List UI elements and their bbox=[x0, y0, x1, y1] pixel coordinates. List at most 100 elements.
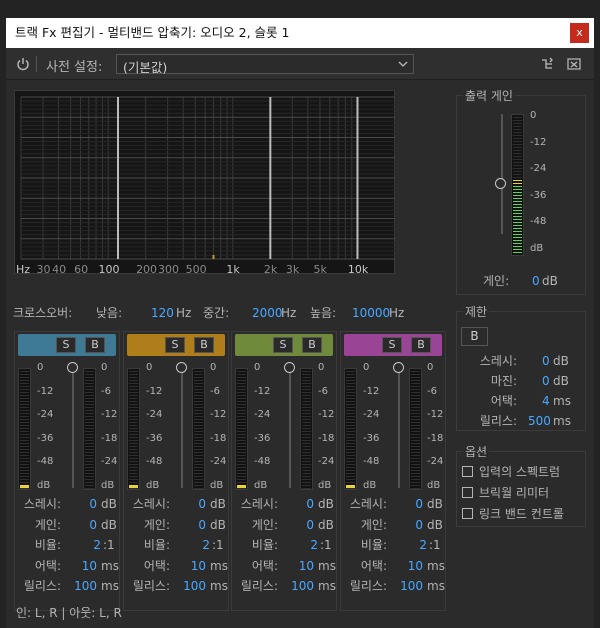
meter-segment bbox=[20, 410, 29, 411]
band-2-solo-button[interactable]: S bbox=[165, 337, 185, 353]
output-gain-slider[interactable] bbox=[495, 178, 506, 189]
meter-segment bbox=[411, 377, 420, 378]
meter-segment bbox=[411, 440, 420, 441]
freq-tick-label: 5k bbox=[314, 263, 328, 275]
band-4-gain-unit: dB bbox=[427, 517, 443, 532]
band-meter-scale-label: -24 bbox=[363, 409, 380, 420]
band-3-panel: S B 0 -12 -24 -36 -48 dB 0 -6 -12 -18 -24 dB 스레시: 0 dB 게인… bbox=[231, 331, 337, 611]
band-3-threshold-value[interactable]: 0 bbox=[306, 497, 314, 511]
band-2-release-value[interactable]: 100 bbox=[183, 579, 206, 593]
band-3-threshold-slider[interactable] bbox=[284, 362, 295, 373]
meter-segment bbox=[513, 132, 522, 133]
band-3-attack-value[interactable]: 10 bbox=[299, 559, 314, 573]
meter-segment bbox=[85, 482, 94, 483]
band-2-ratio-unit: :1 bbox=[212, 538, 224, 552]
band-1-bypass-button[interactable]: B bbox=[85, 337, 105, 353]
band-2-threshold-value[interactable]: 0 bbox=[198, 497, 206, 511]
band-1-threshold-value[interactable]: 0 bbox=[89, 497, 97, 511]
band-3-ratio-value[interactable]: 2 bbox=[310, 538, 318, 552]
meter-segment bbox=[513, 234, 522, 235]
band-3-solo-button[interactable]: S bbox=[273, 337, 293, 353]
band-4-release-value[interactable]: 100 bbox=[400, 579, 423, 593]
band-1-attack-value[interactable]: 10 bbox=[82, 559, 97, 573]
band-2-attack-value[interactable]: 10 bbox=[191, 559, 206, 573]
meter-segment bbox=[129, 383, 138, 384]
band-3-bypass-button[interactable]: B bbox=[302, 337, 322, 353]
meter-segment bbox=[513, 147, 522, 148]
band-2-ratio-value[interactable]: 2 bbox=[202, 538, 210, 552]
limit-threshold-value[interactable]: 0 bbox=[542, 354, 550, 368]
meter-segment bbox=[194, 482, 203, 483]
band-2-panel: S B 0 -12 -24 -36 -48 dB 0 -6 -12 -18 -24 dB 스레시: 0 dB 게인… bbox=[123, 331, 229, 611]
link-band-controls-checkbox[interactable] bbox=[462, 508, 473, 519]
band-4-threshold-value[interactable]: 0 bbox=[415, 497, 423, 511]
band-1-threshold-slider[interactable] bbox=[67, 362, 78, 373]
band-gr-scale-label: dB bbox=[101, 479, 115, 491]
band-1-solo-button[interactable]: S bbox=[56, 337, 76, 353]
window-title: 트랙 Fx 편집기 - 멀티밴드 압축기: 오디오 2, 슬롯 1 bbox=[15, 25, 290, 40]
band-4-threshold-slider[interactable] bbox=[393, 362, 404, 373]
band-gr-scale-label: -12 bbox=[101, 409, 118, 420]
meter-segment bbox=[411, 425, 420, 426]
preset-value: (기본값) bbox=[123, 60, 168, 75]
meter-segment bbox=[411, 461, 420, 462]
meter-segment bbox=[129, 410, 138, 411]
band-3-header[interactable]: SB bbox=[235, 334, 333, 356]
band-gr-scale-label: 0 bbox=[101, 362, 108, 373]
meter-segment bbox=[20, 431, 29, 432]
band-2-gain-label: 게인: bbox=[143, 517, 170, 532]
band-2-header[interactable]: SB bbox=[127, 334, 225, 356]
routing-icon[interactable] bbox=[540, 57, 554, 71]
limit-margin-value[interactable]: 0 bbox=[542, 374, 550, 388]
band-3-gain-value[interactable]: 0 bbox=[306, 518, 314, 532]
limit-bypass-button[interactable]: B bbox=[461, 327, 488, 346]
meter-segment bbox=[129, 377, 138, 378]
band-4-solo-button[interactable]: S bbox=[382, 337, 402, 353]
meter-segment bbox=[194, 473, 203, 474]
close-button[interactable]: x bbox=[570, 23, 589, 43]
spectrum-graph[interactable]: dB-10-20-30-40-50-60-70-80Hz304060100200… bbox=[14, 90, 428, 276]
meter-segment bbox=[302, 437, 311, 438]
band-1-ratio-value[interactable]: 2 bbox=[93, 538, 101, 552]
band-1-release-value[interactable]: 100 bbox=[74, 579, 97, 593]
brickwall-limiter-label: 브릭월 리미터 bbox=[479, 486, 550, 500]
limit-attack-value[interactable]: 4 bbox=[542, 394, 550, 408]
meter-segment bbox=[411, 380, 420, 381]
meter-segment bbox=[513, 228, 522, 229]
band-4-bypass-button[interactable]: B bbox=[411, 337, 431, 353]
meter-segment bbox=[411, 395, 420, 396]
preset-dropdown[interactable]: (기본값) bbox=[116, 54, 414, 75]
delete-fx-icon[interactable] bbox=[567, 57, 581, 71]
power-icon[interactable] bbox=[16, 57, 30, 71]
meter-segment bbox=[85, 449, 94, 450]
meter-segment bbox=[513, 156, 522, 157]
crossover-low-value[interactable]: 120 bbox=[151, 306, 174, 320]
output-gain-value[interactable]: 0 bbox=[532, 274, 540, 288]
band-2-threshold-slider[interactable] bbox=[176, 362, 187, 373]
freq-tick-label: 200 bbox=[136, 263, 157, 275]
band-4-attack-value[interactable]: 10 bbox=[408, 559, 423, 573]
band-3-release-value[interactable]: 100 bbox=[291, 579, 314, 593]
band-2-bypass-button[interactable]: B bbox=[194, 337, 214, 353]
band-2-attack-label: 어택: bbox=[143, 558, 170, 573]
meter-segment bbox=[194, 407, 203, 408]
band-2-threshold-track bbox=[181, 368, 183, 488]
band-4-gain-value[interactable]: 0 bbox=[415, 518, 423, 532]
meter-segment bbox=[302, 419, 311, 420]
crossover-high-value[interactable]: 10000 bbox=[352, 306, 390, 320]
brickwall-limiter-checkbox[interactable] bbox=[462, 487, 473, 498]
band-1-header[interactable]: SB bbox=[18, 334, 116, 356]
band-4-ratio-value[interactable]: 2 bbox=[419, 538, 427, 552]
limit-release-value[interactable]: 500 bbox=[528, 414, 551, 428]
meter-segment bbox=[302, 371, 311, 372]
output-scale-label: -24 bbox=[530, 163, 547, 174]
crossover-mid-value[interactable]: 2000 bbox=[252, 306, 283, 320]
band-2-gain-value[interactable]: 0 bbox=[198, 518, 206, 532]
band-2-threshold-unit: dB bbox=[210, 497, 226, 511]
band-4-header[interactable]: SB bbox=[344, 334, 442, 356]
input-spectrum-checkbox[interactable] bbox=[462, 466, 473, 477]
band-1-gain-value[interactable]: 0 bbox=[89, 518, 97, 532]
meter-segment bbox=[20, 404, 29, 405]
meter-segment bbox=[85, 380, 94, 381]
meter-segment bbox=[346, 455, 355, 456]
